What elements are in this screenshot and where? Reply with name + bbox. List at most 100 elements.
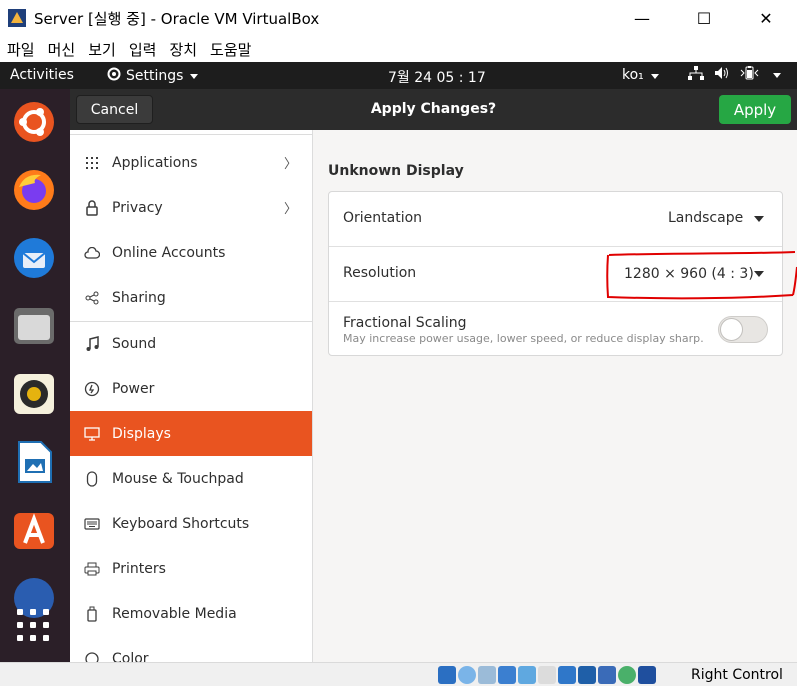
orientation-dropdown[interactable]: Landscape [668,210,743,226]
sidebar-item-label: Keyboard Shortcuts [112,515,250,532]
music-icon [84,335,100,352]
vm-statusbar: Right Control [0,662,797,686]
sidebar-item-label: Sharing [112,289,166,306]
audio-icon[interactable] [478,666,496,684]
sidebar-item-label: Power [112,380,155,397]
activities-button[interactable]: Activities [10,67,74,83]
sidebar-item-color[interactable]: Color [70,636,312,662]
network-adapter-icon[interactable] [498,666,516,684]
close-button[interactable]: ✕ [735,0,797,36]
sidebar-item-displays[interactable]: Displays [70,411,312,456]
shared-folders-icon[interactable] [538,666,556,684]
grid-icon [84,155,100,171]
fractional-scaling-switch[interactable] [718,316,768,343]
dialog-header: Cancel Apply Changes? Apply [70,89,797,130]
sidebar-item-label: Sound [112,335,157,352]
printer-icon [84,561,100,577]
sidebar-item-mouse-touchpad[interactable]: Mouse & Touchpad [70,456,312,501]
gear-icon [106,66,122,86]
sidebar-item-privacy[interactable]: Privacy 〉 [70,185,312,230]
cloud-icon [84,245,100,261]
ubuntu-icon[interactable] [11,99,57,145]
display-icon[interactable] [558,666,576,684]
orientation-label: Orientation [343,210,423,226]
window-titlebar: Server [실행 중] - Oracle VM VirtualBox — ☐… [0,0,797,36]
menu-file[interactable]: 파일 [7,39,35,60]
input-method-label: ko₁ [622,67,644,83]
window-title: Server [실행 중] - Oracle VM VirtualBox [34,9,320,28]
menu-view[interactable]: 보기 [88,39,116,60]
minimize-button[interactable]: — [611,0,673,36]
battery-icon [740,66,760,84]
apply-button[interactable]: Apply [719,95,791,124]
sidebar-item-printers[interactable]: Printers [70,546,312,591]
switch-knob [720,318,743,341]
resolution-label: Resolution [343,265,417,281]
optical-drive-icon[interactable] [458,666,476,684]
libreoffice-impress-icon[interactable] [11,439,57,485]
mouse-icon [84,470,100,487]
sidebar-item-removable-media[interactable]: Removable Media [70,591,312,636]
display-name: Unknown Display [328,163,464,179]
sidebar-item-label: Online Accounts [112,244,226,261]
fractional-scaling-description: May increase power usage, lower speed, o… [343,332,703,345]
virtualization-icon[interactable] [598,666,616,684]
files-icon[interactable] [11,303,57,349]
recording-icon[interactable] [578,666,596,684]
software-center-icon[interactable] [11,507,57,553]
sidebar-item-online-accounts[interactable]: Online Accounts [70,230,312,275]
keyboard-capture-icon[interactable] [638,666,656,684]
sidebar-item-keyboard-shortcuts[interactable]: Keyboard Shortcuts [70,501,312,546]
host-key-label: Right Control [691,667,783,683]
app-menu[interactable]: Settings [106,66,199,86]
input-method-menu[interactable]: ko₁ [622,67,660,83]
menu-machine[interactable]: 머신 [48,39,76,60]
chevron-down-icon [190,73,199,79]
lock-icon [84,199,100,216]
clock[interactable]: 7월 24 05 : 17 [388,67,486,87]
cancel-button[interactable]: Cancel [76,95,153,124]
rhythmbox-icon[interactable] [11,371,57,417]
settings-sidebar: Applications 〉 Privacy 〉 Online Accounts… [70,130,313,662]
keyboard-icon [84,516,100,532]
hard-disk-icon[interactable] [438,666,456,684]
sidebar-item-label: Applications [112,154,198,171]
show-applications-button[interactable] [17,609,51,643]
sidebar-item-label: Displays [112,425,171,442]
firefox-icon[interactable] [11,167,57,213]
sidebar-item-sharing[interactable]: Sharing [70,275,312,320]
power-icon [84,381,100,397]
orientation-row[interactable]: Orientation Landscape [329,192,782,247]
sidebar-item-label: Removable Media [112,605,237,622]
sidebar-item-sound[interactable]: Sound [70,321,312,366]
sidebar-item-label: Color [112,650,149,663]
color-icon [84,651,100,662]
chevron-right-icon: 〉 [284,157,298,172]
sidebar-item-label: Mouse & Touchpad [112,470,244,487]
volume-icon [714,66,730,84]
sidebar-item-applications[interactable]: Applications 〉 [70,140,312,185]
resolution-dropdown[interactable]: 1280 × 960 (4 : 3) [624,266,754,282]
display-settings-panel: Unknown Display Orientation Landscape Re… [313,130,797,662]
share-icon [84,290,100,306]
chevron-down-icon [651,74,660,79]
system-tray[interactable] [688,66,781,84]
menu-help[interactable]: 도움말 [210,39,251,60]
menubar: 파일 머신 보기 입력 장치 도움말 [0,36,797,62]
sidebar-item-label: Printers [112,560,166,577]
network-icon [688,66,704,84]
thunderbird-icon[interactable] [11,235,57,281]
menu-devices[interactable]: 장치 [169,39,197,60]
chevron-right-icon: 〉 [284,202,298,217]
display-settings-card: Orientation Landscape Resolution 1280 × … [328,191,783,356]
fractional-scaling-label: Fractional Scaling [343,315,467,331]
virtualbox-icon [6,7,28,29]
usb-icon [84,606,100,622]
menu-input[interactable]: 입력 [129,39,157,60]
mouse-integration-icon[interactable] [618,666,636,684]
usb-icon[interactable] [518,666,536,684]
maximize-button[interactable]: ☐ [673,0,735,36]
sidebar-item-power[interactable]: Power [70,366,312,411]
vm-device-icons [438,666,656,684]
resolution-row[interactable]: Resolution 1280 × 960 (4 : 3) [329,247,782,302]
